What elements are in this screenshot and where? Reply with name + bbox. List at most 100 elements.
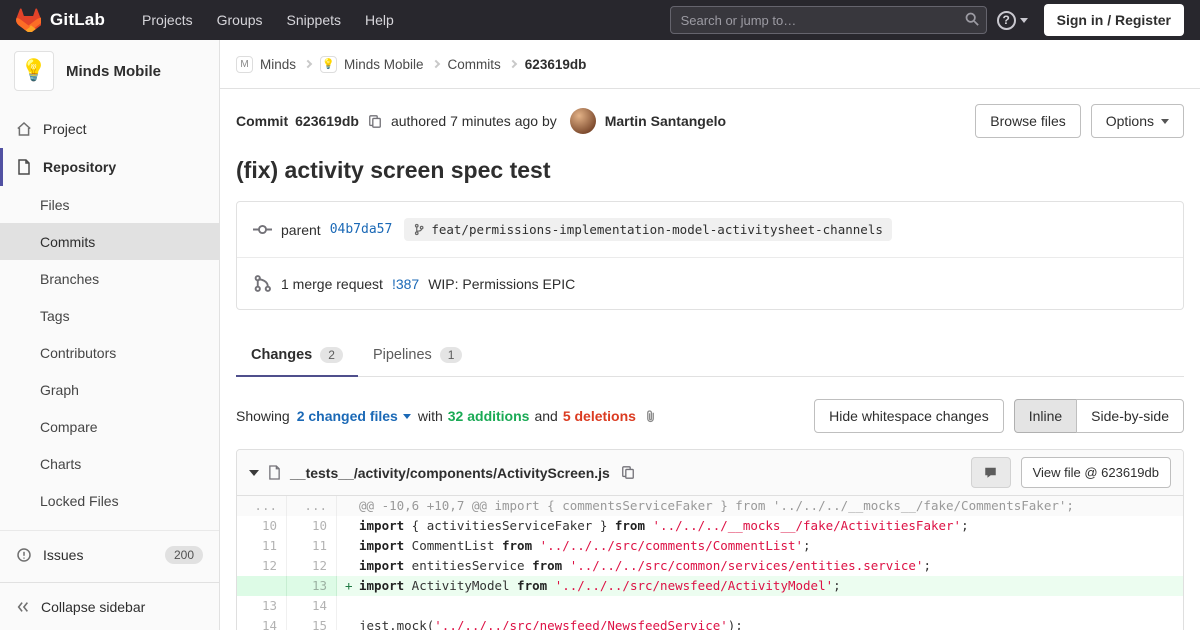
old-line-number[interactable]: 12 <box>237 556 287 576</box>
new-line-number[interactable]: 13 <box>287 576 337 596</box>
sidebar-item-charts[interactable]: Charts <box>0 445 219 482</box>
new-line-number[interactable]: 10 <box>287 516 337 536</box>
copy-path-button[interactable] <box>619 463 637 482</box>
sidebar-item-files[interactable]: Files <box>0 186 219 223</box>
mr-ref-link[interactable]: !387 <box>392 276 419 292</box>
changed-files-dropdown[interactable]: 2 changed files <box>297 408 411 424</box>
old-line-number[interactable]: 14 <box>237 616 287 630</box>
code-line: import { activitiesServiceFaker } from '… <box>359 518 969 533</box>
diff-file-path[interactable]: __tests__/activity/components/ActivitySc… <box>290 465 610 481</box>
code-line: @@ -10,6 +10,7 @@ import { commentsServi… <box>359 498 1074 513</box>
project-name: Minds Mobile <box>66 62 161 80</box>
collapse-diff-icon[interactable] <box>249 469 259 476</box>
diff-line: 11 11 import CommentList from '../../../sr… <box>237 536 1183 556</box>
sign-in-button[interactable]: Sign in / Register <box>1043 4 1184 36</box>
sidebar-item-graph[interactable]: Graph <box>0 371 219 408</box>
diff-sign: + <box>345 578 353 593</box>
options-button[interactable]: Options <box>1090 104 1184 138</box>
author-avatar[interactable] <box>569 108 596 134</box>
sidebar-item-contributors[interactable]: Contributors <box>0 334 219 371</box>
code-line: import entitiesService from '../../../sr… <box>359 558 931 573</box>
authored-text: authored 7 minutes ago by <box>390 113 557 129</box>
old-line-number[interactable]: 10 <box>237 516 287 536</box>
sidebar-project-header[interactable]: 💡 Minds Mobile <box>0 40 219 102</box>
breadcrumb-avatar-icon: M <box>236 55 253 73</box>
gitlab-home-link[interactable]: GitLab <box>16 8 105 32</box>
sidebar-item-repository[interactable]: Repository <box>0 148 219 186</box>
additions-count: 32 additions <box>447 408 530 424</box>
parent-sha-link[interactable]: 04b7da57 <box>330 222 393 237</box>
breadcrumb: M Minds 💡 Minds Mobile Commits 623619db <box>220 40 1200 89</box>
breadcrumb-item[interactable]: 623619db <box>525 57 587 72</box>
options-label: Options <box>1105 113 1154 129</box>
sidebar-item-project[interactable]: Project <box>0 110 219 148</box>
tab-changes[interactable]: Changes 2 <box>236 335 358 377</box>
breadcrumb-separator-icon <box>431 59 440 69</box>
nav-link-groups[interactable]: Groups <box>208 6 272 34</box>
sidebar-item-commits[interactable]: Commits <box>0 223 219 260</box>
old-line-number[interactable]: 13 <box>237 596 287 616</box>
hide-whitespace-button[interactable]: Hide whitespace changes <box>814 399 1004 433</box>
view-file-button[interactable]: View file @ 623619db <box>1020 457 1171 488</box>
diff-file-header: __tests__/activity/components/ActivitySc… <box>237 450 1183 496</box>
collapse-icon <box>16 600 30 614</box>
toggle-comments-button[interactable] <box>970 457 1011 488</box>
diff-lines: ...... @@ -10,6 +10,7 @@ import { comment… <box>237 496 1183 630</box>
tab-pipelines[interactable]: Pipelines 1 <box>358 335 478 376</box>
help-menu[interactable]: ? <box>987 10 1038 30</box>
search-input[interactable] <box>669 6 987 34</box>
paperclip-icon[interactable] <box>645 409 656 423</box>
breadcrumb-item[interactable]: M Minds <box>236 55 297 73</box>
sidebar-item-label: Project <box>43 121 87 137</box>
breadcrumb-label: Minds <box>260 56 297 72</box>
sidebar-item-compare[interactable]: Compare <box>0 408 219 445</box>
sidebar-item-tags[interactable]: Tags <box>0 297 219 334</box>
nav-link-snippets[interactable]: Snippets <box>278 6 350 34</box>
sidebar-item-issues[interactable]: Issues 200 <box>0 536 219 574</box>
comment-icon <box>983 466 998 480</box>
main-content: M Minds 💡 Minds Mobile Commits 623619db Commi… <box>220 40 1200 630</box>
old-line-number[interactable]: 11 <box>237 536 287 556</box>
merge-request-row: 1 merge request !387 WIP: Permissions EP… <box>237 257 1183 309</box>
diff-line: 10 10 import { activitiesServiceFaker } fr… <box>237 516 1183 536</box>
breadcrumb-label: 623619db <box>524 56 587 72</box>
brand-name: GitLab <box>50 10 106 29</box>
nav-link-projects[interactable]: Projects <box>133 6 202 34</box>
search-icon[interactable] <box>965 12 979 26</box>
branch-icon <box>413 223 425 236</box>
collapse-sidebar-button[interactable]: Collapse sidebar <box>0 582 219 630</box>
inline-view-button[interactable]: Inline <box>1013 399 1078 433</box>
old-line-number[interactable]: ... <box>237 496 287 516</box>
commit-actions: Browse files Options <box>975 104 1184 138</box>
issues-count-badge: 200 <box>164 546 203 564</box>
commit-info-box: parent 04b7da57 feat/permissions-impleme… <box>236 201 1184 310</box>
new-line-number[interactable]: 11 <box>287 536 337 556</box>
top-navbar: GitLab ProjectsGroupsSnippetsHelp ? Sign… <box>0 0 1200 40</box>
breadcrumb-label: Minds Mobile <box>344 56 424 72</box>
and-label: and <box>534 408 558 424</box>
issues-section: Issues 200 <box>0 530 219 574</box>
copy-sha-button[interactable] <box>366 112 384 131</box>
branch-ref[interactable]: feat/permissions-implementation-model-ac… <box>404 218 892 241</box>
old-line-number[interactable] <box>237 576 287 596</box>
author-name[interactable]: Martin Santangelo <box>605 113 726 129</box>
breadcrumb-item[interactable]: Commits <box>448 57 501 72</box>
new-line-number[interactable]: 12 <box>287 556 337 576</box>
code-line: jest.mock('../../../src/newsfeed/Newsfee… <box>359 618 743 630</box>
new-line-number[interactable]: 15 <box>287 616 337 630</box>
new-line-number[interactable]: ... <box>287 496 337 516</box>
mr-prefix: 1 merge request <box>281 275 383 292</box>
sidebar-item-branches[interactable]: Branches <box>0 260 219 297</box>
nav-link-help[interactable]: Help <box>356 6 403 34</box>
collapse-sidebar-label: Collapse sidebar <box>41 598 146 615</box>
sidebar-item-locked-files[interactable]: Locked Files <box>0 482 219 519</box>
new-line-number[interactable]: 14 <box>287 596 337 616</box>
side-by-side-view-button[interactable]: Side-by-side <box>1076 399 1184 433</box>
diff-line: 13 + import ActivityModel from '../../../s… <box>237 576 1183 596</box>
breadcrumb-item[interactable]: 💡 Minds Mobile <box>320 55 424 73</box>
issues-icon <box>16 547 32 563</box>
browse-files-button[interactable]: Browse files <box>975 104 1081 138</box>
diff-view-actions: Hide whitespace changes Inline Side-by-s… <box>814 399 1184 433</box>
code-line: + import ActivityModel from '../../../src… <box>337 576 1183 596</box>
